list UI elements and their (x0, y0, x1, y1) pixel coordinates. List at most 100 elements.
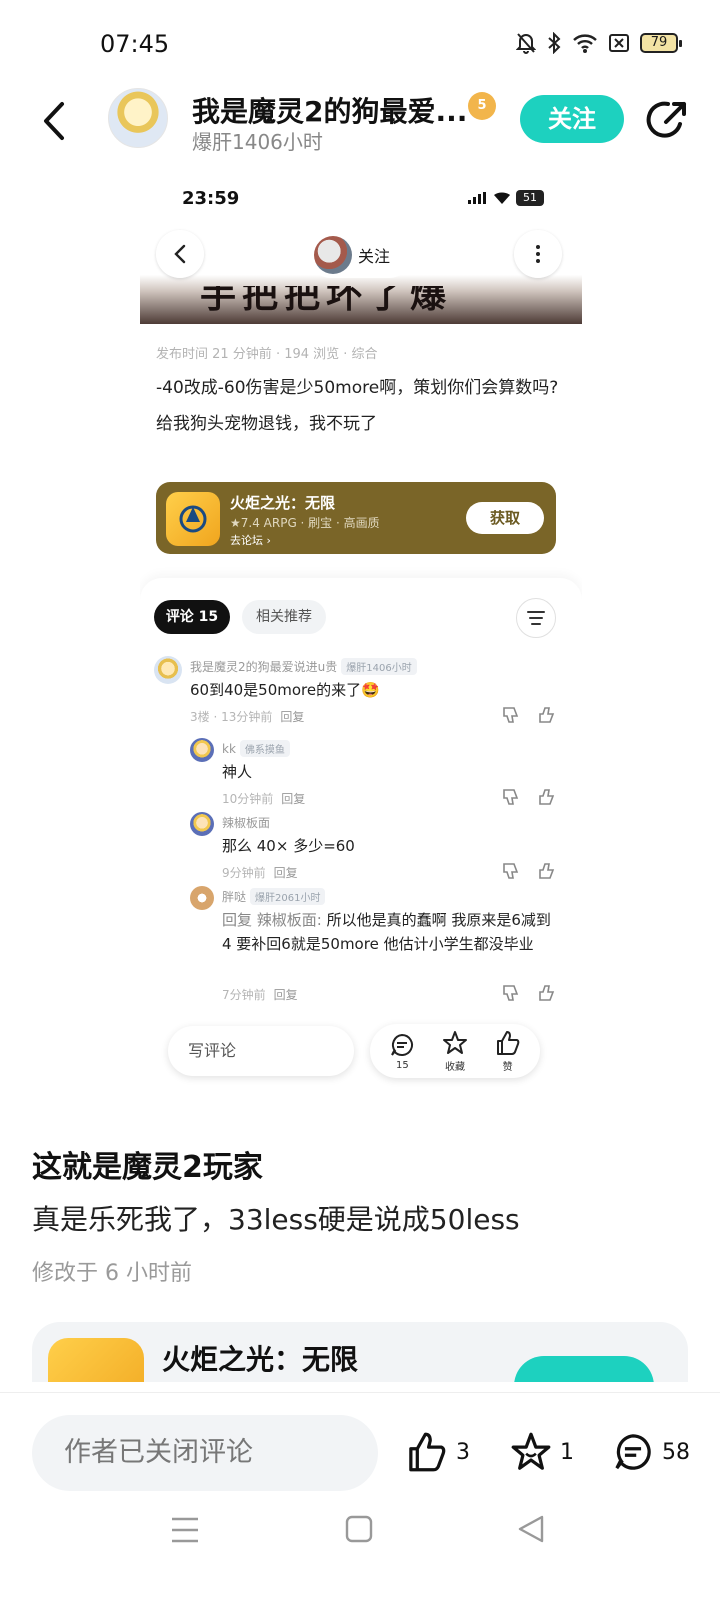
comment-author[interactable]: 我是魔灵2的狗最爱说进u贵 爆肝1406小时 (190, 658, 417, 675)
thumbs-up-icon (409, 1432, 446, 1472)
embedded-game-name: 火炬之光：无限 (230, 494, 336, 512)
post-title: 这就是魔灵2玩家 (32, 1150, 263, 1185)
reply-button[interactable]: 回复 (274, 866, 298, 880)
tab-comments[interactable]: 评论 15 (154, 600, 230, 634)
embedded-comment-input[interactable]: 写评论 (168, 1026, 354, 1076)
thumbs-down-icon[interactable] (502, 788, 520, 806)
like-button[interactable]: 3 (406, 1431, 470, 1473)
follow-button[interactable]: 关注 (520, 95, 624, 143)
thumbs-down-icon[interactable] (502, 862, 520, 880)
banner-text: 手把把坏了爆 (200, 286, 453, 316)
thumbs-down-icon[interactable] (502, 984, 520, 1002)
embedded-favorite-action[interactable]: 收藏 (442, 1030, 468, 1073)
comment-text: 那么 40× 多少=60 (222, 837, 355, 855)
author-name[interactable]: 我是魔灵2的狗最爱... (192, 90, 467, 130)
embedded-get-button[interactable]: 获取 (466, 502, 544, 534)
embedded-post-line1: -40改成-60伤害是少50more啊，策划你们会算数吗? (156, 378, 559, 398)
thumbs-up-icon[interactable] (538, 862, 556, 880)
embedded-comment-action[interactable]: 15 (389, 1032, 415, 1071)
comment-time: 3楼 · 13分钟前 (190, 710, 273, 724)
comment-author-name[interactable]: 辣椒板面 (222, 816, 270, 830)
back-triangle-icon[interactable] (516, 1514, 546, 1544)
embedded-like-action[interactable]: 赞 (495, 1030, 521, 1073)
reply-button[interactable]: 回复 (274, 988, 298, 1002)
reply-button[interactable]: 回复 (281, 792, 305, 806)
embedded-screenshot[interactable]: 23:59 51 手把把坏了爆 关注 发布时间 21 分钟前 · 194 浏览 … (140, 178, 582, 1118)
comment-button[interactable]: 58 (612, 1431, 690, 1473)
embedded-post-body: -40改成-60伤害是少50more啊，策划你们会算数吗? 给我狗头宠物退钱，我… (156, 370, 566, 442)
thumbs-up-icon[interactable] (538, 788, 556, 806)
comment-avatar[interactable] (190, 812, 214, 836)
system-nav-bar (0, 1496, 720, 1600)
comment-actions (502, 788, 556, 806)
comment-avatar[interactable] (190, 886, 214, 910)
author-avatar[interactable] (108, 88, 168, 148)
comment-bubble-icon (391, 1033, 414, 1056)
embedded-follow-chip[interactable]: 关注 (308, 232, 412, 278)
comment-author-tag: 爆肝1406小时 (341, 658, 417, 675)
comment-meta: 7分钟前 回复 (222, 986, 298, 1003)
sort-icon (527, 611, 545, 625)
comment-text: 60到40是50more的来了🤩 (190, 681, 380, 699)
comment-closed-field: 作者已关闭评论 (32, 1415, 378, 1491)
embedded-more-button[interactable] (514, 230, 562, 278)
game-logo-icon (48, 1338, 144, 1382)
sort-button[interactable] (516, 598, 556, 638)
game-logo-icon (166, 492, 220, 546)
embedded-game-tags: ★7.4 ARPG · 刷宝 · 高画质 (230, 516, 380, 530)
embedded-follow-label: 关注 (358, 247, 391, 266)
embedded-like-label: 赞 (502, 1061, 513, 1073)
game-card-name: 火炬之光：无限 (162, 1343, 359, 1376)
post-content: 真是乐死我了，33less硬是说成50less (32, 1203, 520, 1236)
tab-related[interactable]: 相关推荐 (242, 600, 326, 634)
embedded-back-button[interactable] (156, 230, 204, 278)
comment-text: 神人 (222, 763, 253, 781)
comment-author[interactable]: 辣椒板面 (222, 814, 270, 831)
embedded-game-card[interactable]: 火炬之光：无限 ★7.4 ARPG · 刷宝 · 高画质 去论坛 › 获取 (156, 482, 556, 554)
home-icon[interactable] (344, 1514, 374, 1544)
embedded-author-avatar (314, 236, 352, 274)
comment-meta: 9分钟前 回复 (222, 864, 298, 881)
thumbs-down-icon[interactable] (502, 706, 520, 724)
embedded-wifi-icon (494, 192, 510, 204)
comment-author[interactable]: 胖哒 爆肝2061小时 (222, 888, 326, 905)
comment-author-name[interactable]: 我是魔灵2的狗最爱说进u贵 (190, 660, 337, 674)
bottom-action-bar: 作者已关闭评论 3 1 58 (0, 1392, 720, 1492)
menu-icon[interactable] (170, 1516, 200, 1544)
comment-author-tag: 爆肝2061小时 (250, 888, 326, 905)
comment-author[interactable]: kk 佛系摸鱼 (222, 740, 290, 757)
thumbs-up-icon[interactable] (538, 706, 556, 724)
post-edited-time: 修改于 6 小时前 (32, 1261, 192, 1286)
embedded-game-forum-link[interactable]: 去论坛 › (230, 532, 271, 548)
comment-bubble-icon (615, 1434, 651, 1470)
status-time: 07:45 (100, 30, 170, 58)
status-icons: 79 (516, 32, 682, 54)
comment-meta: 10分钟前 回复 (222, 790, 305, 807)
comment-author-name[interactable]: 胖哒 (222, 890, 246, 904)
comment-actions (502, 984, 556, 1002)
favorite-button[interactable]: 1 (510, 1431, 574, 1473)
game-card[interactable]: 火炬之光：无限 (32, 1322, 688, 1382)
reply-prefix[interactable]: 回复 辣椒板面: (222, 911, 322, 929)
author-playtime: 爆肝1406小时 (192, 130, 323, 154)
embedded-post-line2: 给我狗头宠物退钱，我不玩了 (156, 414, 377, 434)
comment-author-name[interactable]: kk (222, 742, 236, 756)
level-badge: 5 (468, 92, 496, 120)
battery-icon: 79 (640, 33, 682, 53)
signal-icon (468, 192, 486, 204)
comment-avatar[interactable] (190, 738, 214, 762)
embedded-post-meta: 发布时间 21 分钟前 · 194 浏览 · 综合 (156, 347, 378, 362)
comment-time: 10分钟前 (222, 792, 274, 806)
mute-icon (516, 33, 536, 54)
comment-time: 9分钟前 (222, 866, 266, 880)
back-arrow-icon[interactable] (36, 96, 76, 146)
wifi-icon (573, 34, 597, 53)
embedded-action-bar: 15 收藏 赞 (370, 1024, 540, 1078)
thumbs-up-icon[interactable] (538, 984, 556, 1002)
reply-button[interactable]: 回复 (280, 710, 304, 724)
game-card-button[interactable] (514, 1356, 654, 1382)
comment-avatar[interactable] (154, 656, 182, 684)
share-icon[interactable] (646, 98, 690, 142)
comment-meta: 3楼 · 13分钟前 回复 (190, 708, 304, 725)
star-icon (442, 1030, 467, 1054)
